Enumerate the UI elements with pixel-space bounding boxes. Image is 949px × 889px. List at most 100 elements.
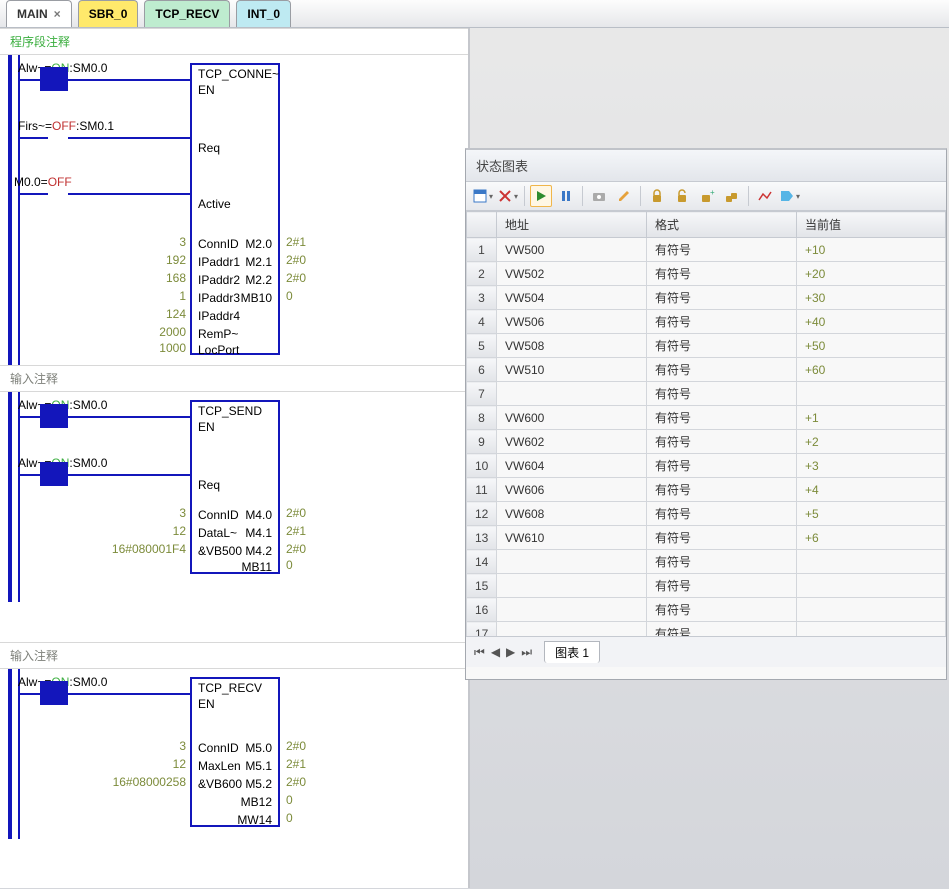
tab-main[interactable]: MAIN× [6, 0, 72, 27]
cell-current-value[interactable] [797, 382, 946, 406]
table-row[interactable]: 13VW610有符号+6 [467, 526, 946, 550]
cell-format[interactable]: 有符号 [647, 502, 797, 526]
contact[interactable] [40, 462, 68, 486]
contact[interactable] [40, 681, 68, 705]
tab-tcprecv[interactable]: TCP_RECV [144, 0, 230, 27]
network-comment[interactable]: 程序段注释 [0, 28, 468, 55]
cell-format[interactable]: 有符号 [647, 406, 797, 430]
table-row[interactable]: 6VW510有符号+60 [467, 358, 946, 382]
lock-button[interactable] [646, 185, 668, 207]
cell-format[interactable]: 有符号 [647, 262, 797, 286]
cell-address[interactable] [497, 550, 647, 574]
tag-button[interactable]: ▾ [779, 185, 801, 207]
cell-format[interactable]: 有符号 [647, 358, 797, 382]
cell-format[interactable]: 有符号 [647, 430, 797, 454]
cell-current-value[interactable]: +6 [797, 526, 946, 550]
cell-format[interactable]: 有符号 [647, 238, 797, 262]
run-button[interactable] [530, 185, 552, 207]
new-row-button[interactable]: ▾ [472, 185, 494, 207]
cell-current-value[interactable]: +50 [797, 334, 946, 358]
rung-canvas[interactable]: Alw~=ON:SM0.0 Alw~=ON:SM0.0 TCP_SEND EN … [0, 392, 468, 602]
cell-format[interactable]: 有符号 [647, 286, 797, 310]
cell-current-value[interactable]: +3 [797, 454, 946, 478]
cell-current-value[interactable] [797, 550, 946, 574]
trend-button[interactable] [754, 185, 776, 207]
table-row[interactable]: 9VW602有符号+2 [467, 430, 946, 454]
col-rownum[interactable] [467, 212, 497, 238]
table-row[interactable]: 2VW502有符号+20 [467, 262, 946, 286]
tab-sbr0[interactable]: SBR_0 [78, 0, 139, 27]
fb-tcp-send[interactable]: TCP_SEND EN Req ConnID DataL~ &VB500 M4.… [190, 400, 280, 574]
tab-int0[interactable]: INT_0 [236, 0, 291, 27]
cell-format[interactable]: 有符号 [647, 382, 797, 406]
table-row[interactable]: 5VW508有符号+50 [467, 334, 946, 358]
last-sheet-button[interactable]: ⏭ [521, 645, 532, 660]
network-comment[interactable]: 输入注释 [0, 642, 468, 669]
cell-current-value[interactable] [797, 598, 946, 622]
cell-current-value[interactable]: +5 [797, 502, 946, 526]
first-sheet-button[interactable]: ⏮ [474, 645, 485, 660]
cell-address[interactable] [497, 622, 647, 638]
table-row[interactable]: 11VW606有符号+4 [467, 478, 946, 502]
lock-plus-button[interactable]: + [696, 185, 718, 207]
rung-canvas[interactable]: Alw~=ON:SM0.0 TCP_RECV EN ConnID MaxLen … [0, 669, 468, 839]
cell-current-value[interactable]: +40 [797, 310, 946, 334]
cell-address[interactable]: VW502 [497, 262, 647, 286]
contact[interactable] [40, 67, 68, 91]
contact[interactable] [40, 404, 68, 428]
cell-format[interactable]: 有符号 [647, 478, 797, 502]
cell-format[interactable]: 有符号 [647, 310, 797, 334]
col-format[interactable]: 格式 [647, 212, 797, 238]
cell-format[interactable]: 有符号 [647, 454, 797, 478]
snapshot-button[interactable] [588, 185, 610, 207]
status-grid[interactable]: 地址 格式 当前值 1VW500有符号+102VW502有符号+203VW504… [466, 211, 946, 637]
cell-current-value[interactable] [797, 622, 946, 638]
unlock-button[interactable] [671, 185, 693, 207]
cell-address[interactable]: VW504 [497, 286, 647, 310]
table-row[interactable]: 15有符号 [467, 574, 946, 598]
cell-current-value[interactable]: +2 [797, 430, 946, 454]
table-row[interactable]: 12VW608有符号+5 [467, 502, 946, 526]
edit-button[interactable] [613, 185, 635, 207]
cell-format[interactable]: 有符号 [647, 574, 797, 598]
cell-address[interactable]: VW602 [497, 430, 647, 454]
cell-current-value[interactable]: +30 [797, 286, 946, 310]
cell-address[interactable]: VW604 [497, 454, 647, 478]
table-row[interactable]: 16有符号 [467, 598, 946, 622]
cell-current-value[interactable]: +10 [797, 238, 946, 262]
cell-format[interactable]: 有符号 [647, 526, 797, 550]
cell-current-value[interactable] [797, 574, 946, 598]
lock-all-button[interactable] [721, 185, 743, 207]
cell-address[interactable]: VW600 [497, 406, 647, 430]
cell-address[interactable]: VW508 [497, 334, 647, 358]
cell-address[interactable] [497, 382, 647, 406]
prev-sheet-button[interactable]: ◀ [491, 645, 500, 659]
next-sheet-button[interactable]: ▶ [506, 645, 515, 659]
network-comment[interactable]: 输入注释 [0, 365, 468, 392]
table-row[interactable]: 7有符号 [467, 382, 946, 406]
close-icon[interactable]: × [54, 7, 61, 21]
ladder-editor[interactable]: 程序段注释 Alw~=ON:SM0.0 Firs~=OFF:SM0.1 [0, 28, 470, 888]
cell-current-value[interactable]: +60 [797, 358, 946, 382]
table-row[interactable]: 1VW500有符号+10 [467, 238, 946, 262]
cell-format[interactable]: 有符号 [647, 550, 797, 574]
cell-address[interactable]: VW506 [497, 310, 647, 334]
table-row[interactable]: 17有符号 [467, 622, 946, 638]
cell-address[interactable]: VW500 [497, 238, 647, 262]
table-row[interactable]: 14有符号 [467, 550, 946, 574]
fb-tcp-recv[interactable]: TCP_RECV EN ConnID MaxLen &VB600 M5.0 M5… [190, 677, 280, 827]
cell-current-value[interactable]: +20 [797, 262, 946, 286]
cell-current-value[interactable]: +4 [797, 478, 946, 502]
fb-tcp-connect[interactable]: TCP_CONNE~ EN Req Active ConnID IPaddr1 … [190, 63, 280, 355]
cell-address[interactable] [497, 574, 647, 598]
cell-format[interactable]: 有符号 [647, 598, 797, 622]
cell-address[interactable]: VW606 [497, 478, 647, 502]
rung-canvas[interactable]: Alw~=ON:SM0.0 Firs~=OFF:SM0.1 M0.0=OFF [0, 55, 468, 365]
cell-format[interactable]: 有符号 [647, 334, 797, 358]
pause-button[interactable] [555, 185, 577, 207]
table-row[interactable]: 4VW506有符号+40 [467, 310, 946, 334]
cell-address[interactable]: VW510 [497, 358, 647, 382]
col-current[interactable]: 当前值 [797, 212, 946, 238]
cell-current-value[interactable]: +1 [797, 406, 946, 430]
cell-address[interactable]: VW608 [497, 502, 647, 526]
